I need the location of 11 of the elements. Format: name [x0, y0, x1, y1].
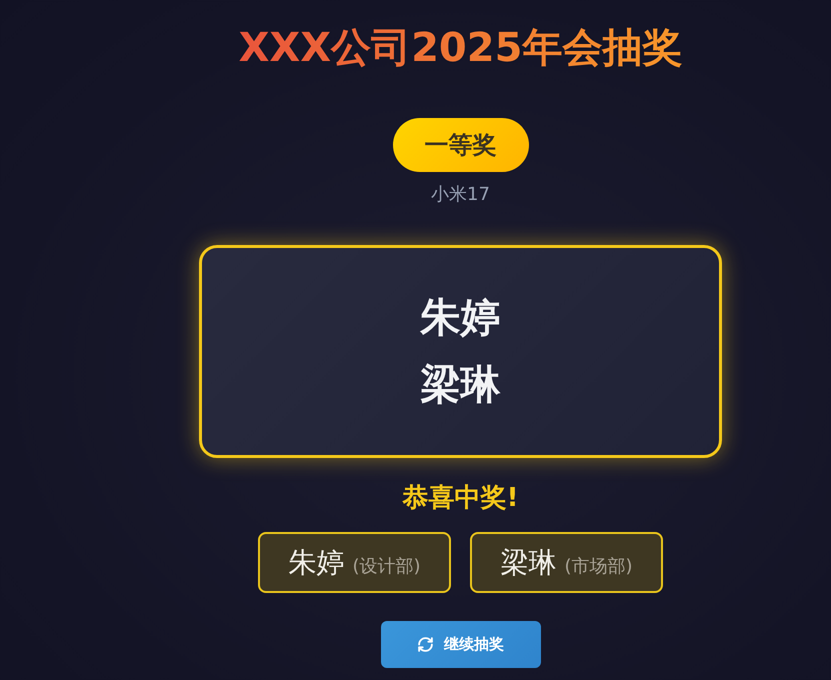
refresh-icon	[417, 636, 434, 653]
winner-name: 梁琳	[500, 544, 556, 580]
drawn-name: 朱婷	[420, 294, 500, 342]
drawn-name: 梁琳	[420, 361, 500, 409]
result-heading: 恭喜中奖!	[402, 483, 518, 513]
winner-department: (设计部)	[352, 554, 421, 578]
winner-name: 朱婷	[288, 544, 344, 580]
prize-level-badge: 一等奖	[392, 118, 528, 172]
winner-department: (市场部)	[564, 554, 633, 578]
prize-name: 小米17	[431, 183, 490, 207]
continue-draw-button[interactable]: 继续抽奖	[380, 621, 540, 668]
